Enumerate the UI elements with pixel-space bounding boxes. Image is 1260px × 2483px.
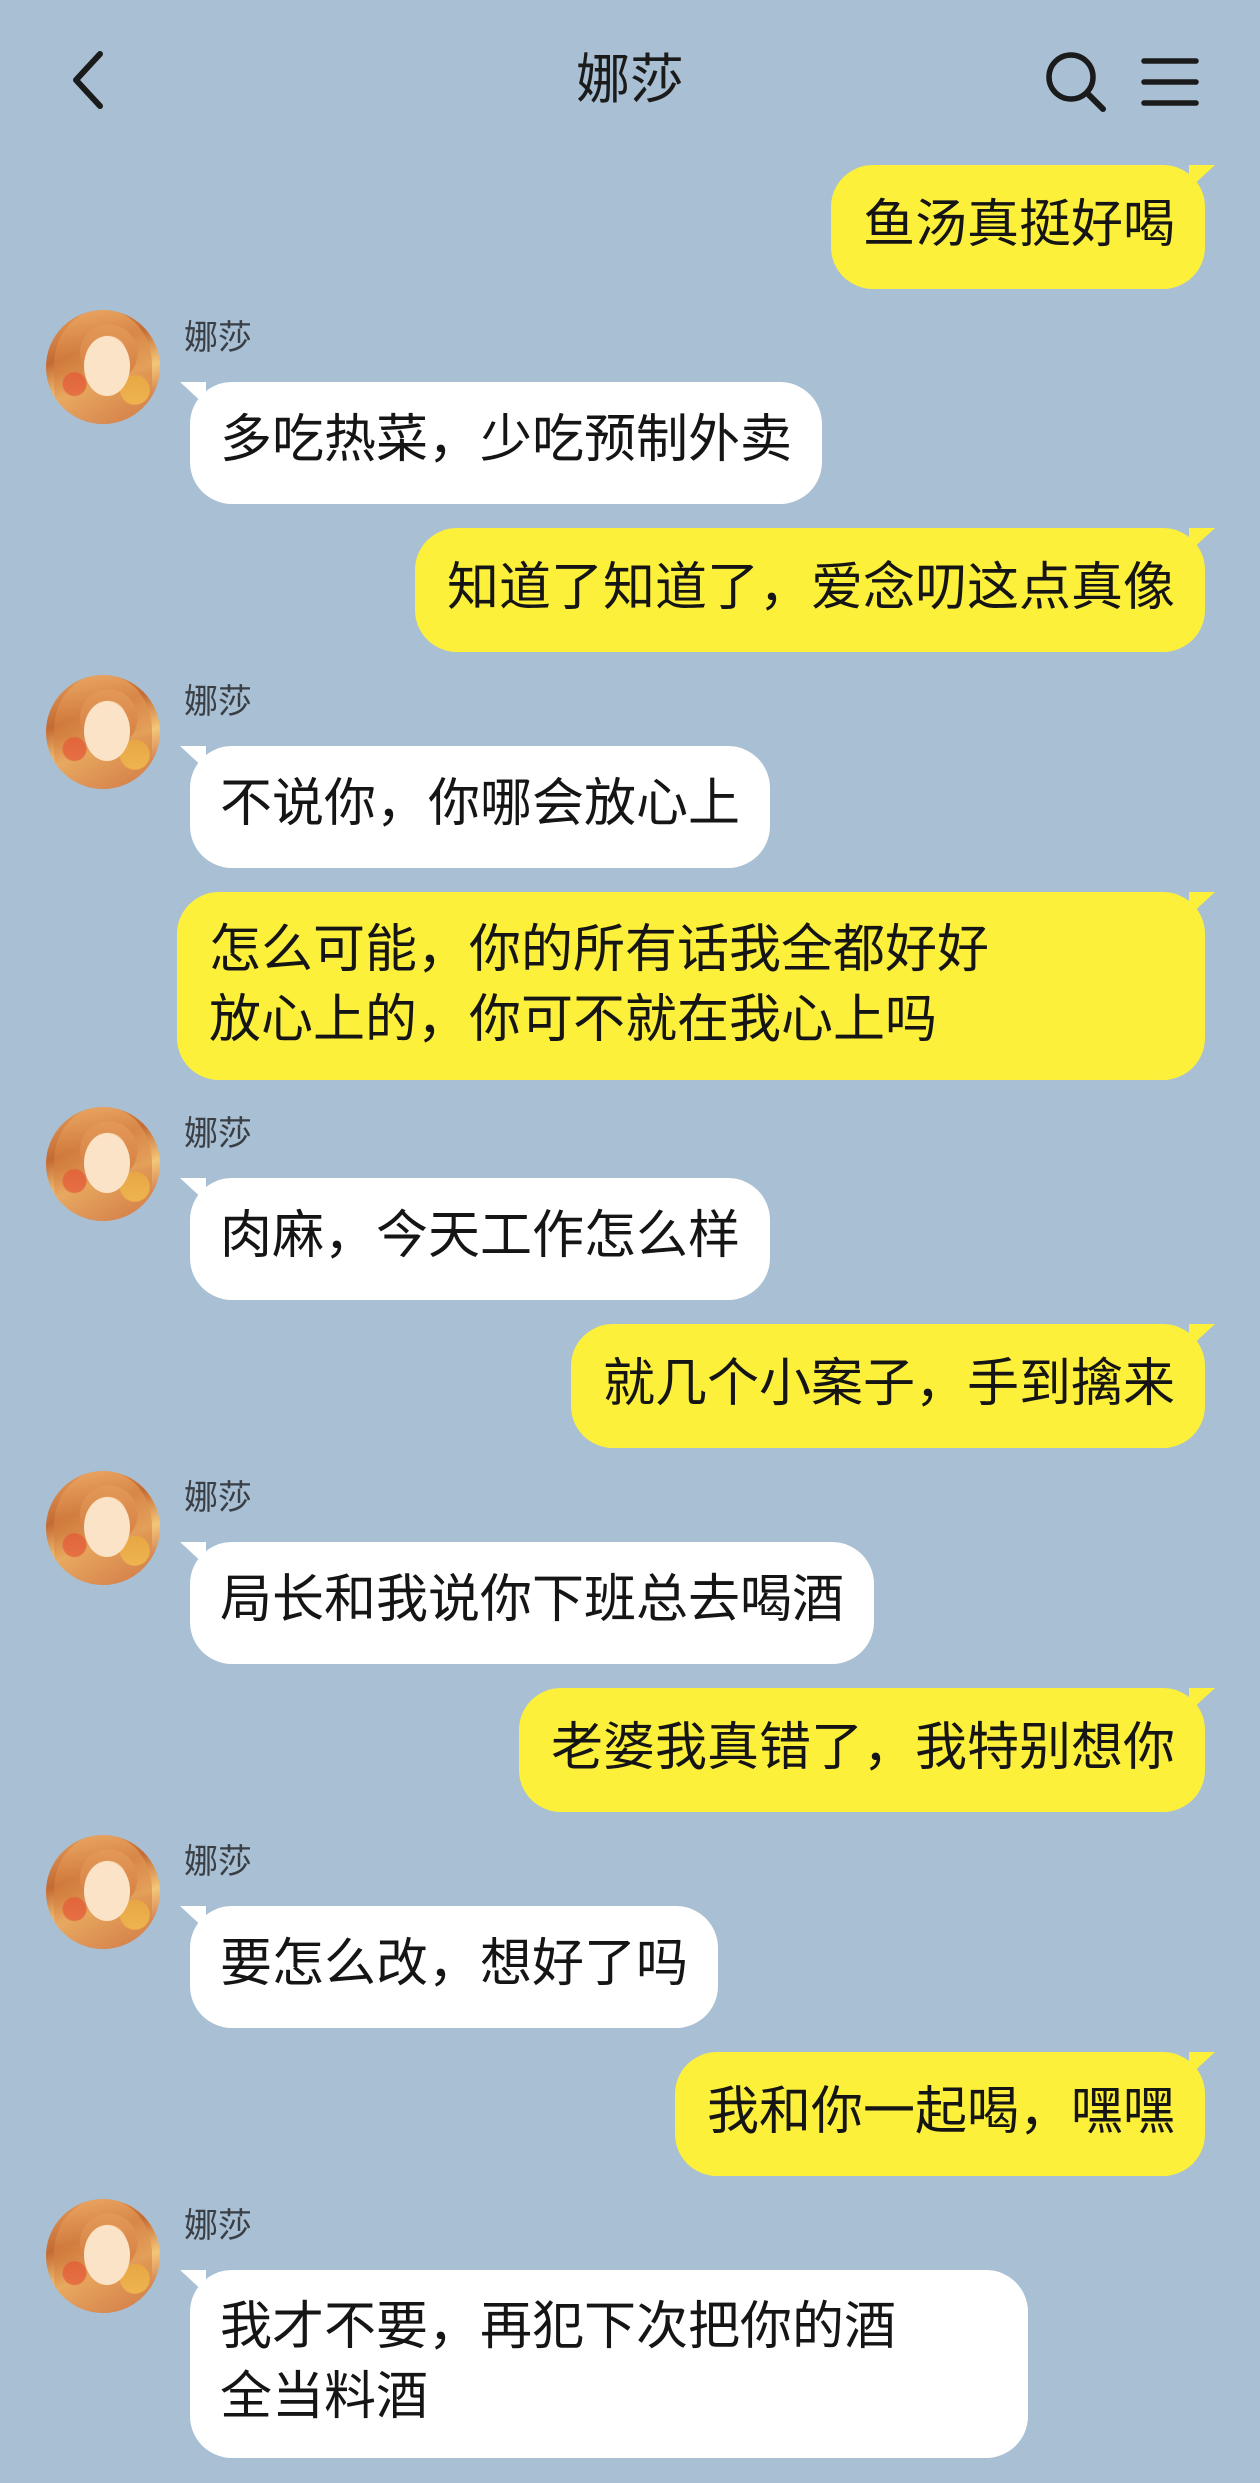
incoming-message[interactable]: 肉麻，今天工作怎么样 (179, 1178, 771, 1300)
outgoing-message[interactable]: 鱼汤真挺好喝 (830, 165, 1216, 289)
outgoing-message[interactable]: 怎么可能，你的所有话我全都好好 放心上的，你可不就在我心上吗 (177, 892, 1215, 1080)
search-button[interactable] (1036, 42, 1116, 122)
message-text: 我和你一起喝，嘿嘿 (706, 2082, 1175, 2142)
incoming-message[interactable]: 局长和我说你下班总去喝酒 (179, 1542, 875, 1664)
message-text: 要怎么改，想好了吗 (220, 1934, 689, 1994)
message-text: 鱼汤真挺好喝 (862, 195, 1175, 255)
search-icon (1046, 52, 1106, 112)
incoming-message[interactable]: 我才不要，再犯下次把你的酒 全当料酒 (180, 2270, 1028, 2458)
outgoing-message[interactable]: 就几个小案子，手到擒来 (570, 1324, 1216, 1448)
message-text-line: 我才不要，再犯下次把你的酒 (220, 2297, 897, 2357)
message-text: 就几个小案子，手到擒来 (602, 1354, 1175, 1414)
contact-avatar[interactable] (46, 2199, 160, 2313)
contact-avatar[interactable] (46, 1471, 160, 1585)
incoming-message[interactable]: 要怎么改，想好了吗 (179, 1906, 719, 2028)
message-text: 多吃热菜，少吃预制外卖 (220, 410, 793, 470)
menu-button[interactable] (1130, 42, 1210, 122)
outgoing-message[interactable]: 知道了知道了，爱念叨这点真像 (414, 528, 1216, 652)
message-text: 知道了知道了，爱念叨这点真像 (446, 558, 1175, 618)
message-text: 老婆我真错了，我特别想你 (550, 1718, 1175, 1778)
contact-avatar[interactable] (46, 675, 160, 789)
sender-name: 娜莎 (184, 1478, 252, 1518)
outgoing-message[interactable]: 老婆我真错了，我特别想你 (518, 1688, 1216, 1812)
contact-avatar[interactable] (46, 310, 160, 424)
sender-name: 娜莎 (184, 2206, 252, 2246)
chat-header: 娜莎 (0, 0, 1260, 150)
incoming-message[interactable]: 不说你，你哪会放心上 (179, 746, 771, 868)
message-text: 不说你，你哪会放心上 (220, 774, 741, 834)
message-text: 肉麻，今天工作怎么样 (220, 1206, 741, 1266)
sender-name: 娜莎 (184, 682, 252, 722)
contact-avatar[interactable] (46, 1107, 160, 1221)
contact-avatar[interactable] (46, 1835, 160, 1949)
message-text-line: 放心上的，你可不就在我心上吗 (209, 990, 938, 1050)
message-text: 局长和我说你下班总去喝酒 (220, 1570, 845, 1630)
sender-name: 娜莎 (184, 318, 252, 358)
message-text-line: 全当料酒 (220, 2367, 429, 2427)
incoming-message[interactable]: 多吃热菜，少吃预制外卖 (179, 382, 823, 504)
message-text-line: 怎么可能，你的所有话我全都好好 (209, 920, 990, 980)
outgoing-message[interactable]: 我和你一起喝，嘿嘿 (674, 2052, 1216, 2176)
chat-screen: 娜莎 鱼汤真挺好喝 娜莎 多吃热菜，少吃预制外卖 知道了知道了，爱念叨这点真像 … (0, 0, 1260, 2483)
sender-name: 娜莎 (184, 1114, 252, 1154)
sender-name: 娜莎 (184, 1842, 252, 1882)
menu-icon (1141, 58, 1199, 106)
